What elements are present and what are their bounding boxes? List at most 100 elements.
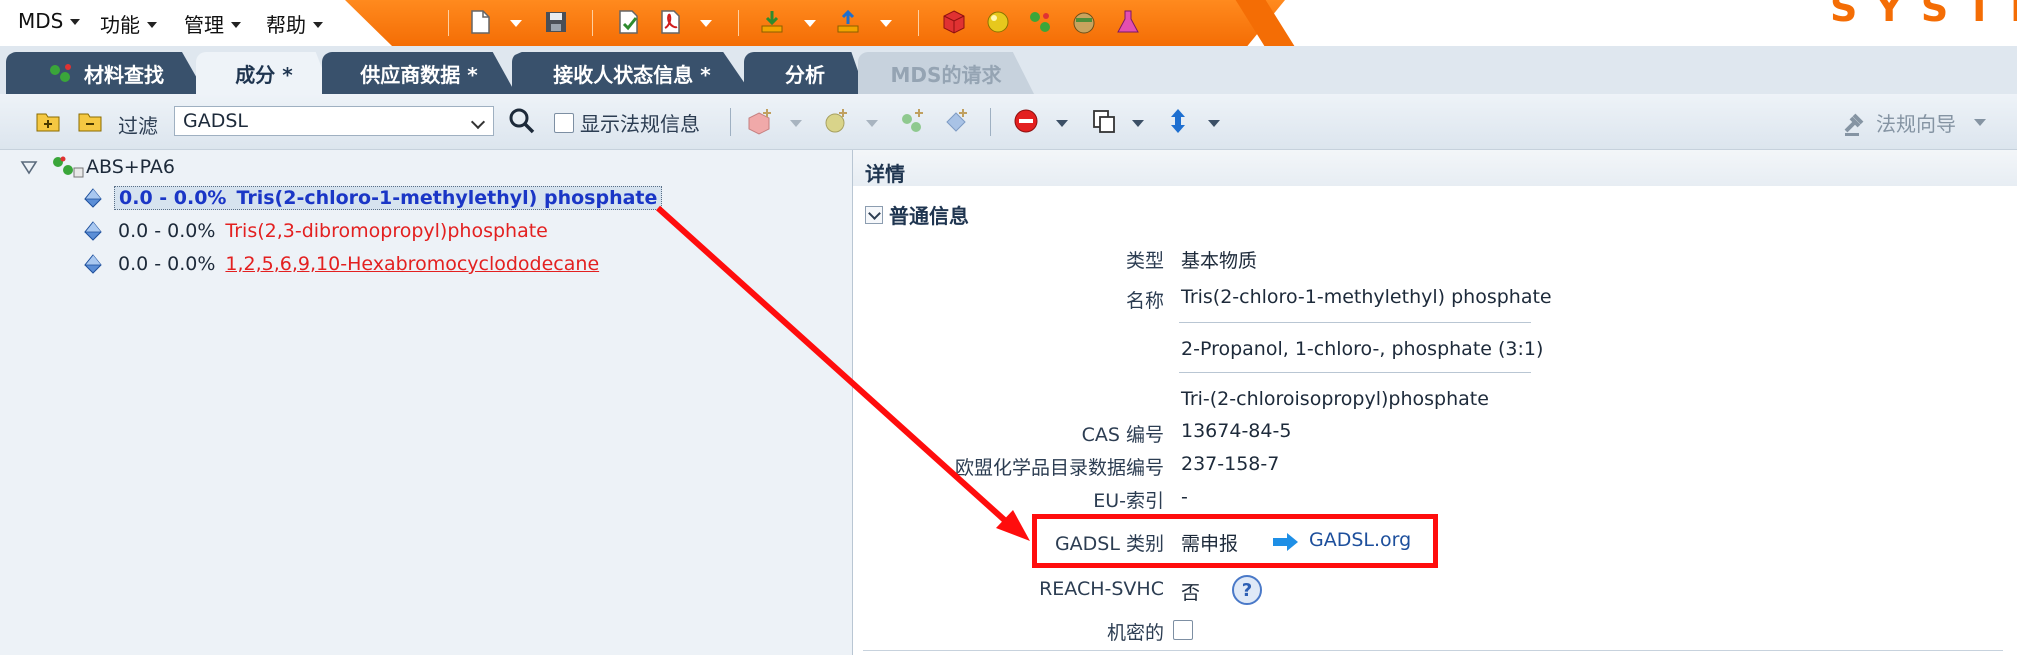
menu-admin[interactable]: 管理 — [184, 9, 241, 38]
molecule-icon — [50, 64, 71, 82]
percentage-range: 0.0 - 0.0% — [119, 187, 227, 209]
chevron-down-icon — [147, 21, 157, 28]
menu-help[interactable]: 帮助 — [266, 9, 323, 38]
semi-component-icon[interactable] — [1070, 8, 1098, 36]
divider — [1179, 322, 1531, 323]
reach-svhc-label: REACH-SVHC — [1039, 578, 1164, 600]
name-value-synonym: 2-Propanol, 1-chloro-, phosphate (3:1) — [1181, 338, 1544, 360]
tree-item[interactable]: 0.0 - 0.0% Tris(2,3-dibromopropyl)phosph… — [82, 220, 548, 242]
chevron-down-icon[interactable] — [1132, 120, 1144, 127]
basic-substance-icon — [84, 221, 102, 241]
tree-item[interactable]: 0.0 - 0.0% 1,2,5,6,9,10-Hexabromocyclodo… — [82, 253, 599, 275]
toolbar-separator — [592, 10, 593, 36]
component-sphere-icon[interactable] — [984, 8, 1012, 36]
eu-index-label: EU-索引 — [1093, 490, 1164, 512]
name-label: 名称 — [1125, 290, 1164, 312]
basic-substance-icon — [84, 188, 102, 208]
filter-select[interactable]: GADSL — [174, 106, 494, 136]
material-cube-icon[interactable] — [940, 8, 968, 36]
composition-toolbar: 过滤 GADSL 显示法规信息 法规向导 — [0, 94, 2017, 150]
move-updown-icon[interactable] — [1164, 107, 1192, 135]
toolbar-separator — [448, 10, 449, 36]
percentage-range: 0.0 - 0.0% — [118, 220, 216, 242]
substance-molecule-icon[interactable] — [1026, 8, 1054, 36]
general-info-section-toggle[interactable]: 普通信息 — [865, 200, 969, 229]
chevron-down-icon[interactable] — [1974, 119, 1986, 126]
details-title: 详情 — [865, 162, 905, 186]
toolbar-separator — [730, 108, 731, 136]
tree-item[interactable]: 0.0 - 0.0% Tris(2-chloro-1-methylethyl) p… — [82, 186, 663, 210]
chevron-down-icon — [313, 21, 323, 28]
confidential-checkbox[interactable] — [1173, 620, 1193, 640]
menu-mds[interactable]: MDS — [18, 9, 81, 33]
tab-analysis[interactable]: 分析 — [744, 52, 866, 94]
tab-mds-requests[interactable]: MDS的请求 — [858, 52, 1034, 94]
tree-root[interactable]: ABS+PA6 — [20, 154, 175, 180]
new-document-icon[interactable] — [466, 8, 494, 36]
chevron-down-icon — [70, 19, 81, 25]
svg-text:?: ? — [1242, 580, 1252, 601]
tab-composition[interactable]: 成分 * — [196, 52, 332, 94]
save-icon[interactable] — [542, 8, 570, 36]
eu-inventory-label: 欧盟化学品目录数据编号 — [954, 457, 1164, 479]
substance-name: 1,2,5,6,9,10-Hexabromocyclododecane — [225, 253, 600, 275]
help-icon[interactable]: ? — [1231, 574, 1263, 606]
check-document-icon[interactable] — [614, 8, 642, 36]
export-icon[interactable] — [834, 8, 862, 36]
chevron-down-icon[interactable] — [804, 20, 816, 27]
gavel-icon — [1844, 113, 1864, 136]
type-label: 类型 — [1125, 250, 1164, 272]
tab-label: 供应商数据 * — [360, 62, 478, 87]
chevron-down-icon[interactable] — [866, 120, 878, 127]
chevron-down-icon[interactable] — [1056, 120, 1068, 127]
tab-label: 分析 — [785, 62, 825, 87]
collapse-triangle-icon[interactable] — [20, 158, 38, 176]
search-icon[interactable] — [508, 107, 536, 135]
chevron-down-icon[interactable] — [865, 205, 883, 224]
chevron-down-icon[interactable] — [1208, 120, 1220, 127]
filter-label: 过滤 — [118, 114, 158, 138]
tab-label: 材料查找 — [84, 62, 164, 87]
show-regulation-toggle[interactable]: 显示法规信息 — [554, 108, 700, 137]
expand-folder-icon[interactable] — [34, 107, 62, 135]
tab-bar: 材料查找 成分 * 供应商数据 * 接收人状态信息 * 分析 MDS的请求 — [0, 46, 2017, 94]
substance-name: Tris(2,3-dibromopropyl)phosphate — [225, 220, 548, 242]
tab-material-search[interactable]: 材料查找 — [6, 52, 206, 94]
tab-recipient-status[interactable]: 接收人状态信息 * — [512, 52, 752, 94]
show-regulation-checkbox[interactable] — [554, 112, 574, 133]
toolbar-separator — [738, 10, 739, 36]
annotation-highlight-box — [1032, 514, 1438, 568]
menu-mds-label: MDS — [18, 9, 64, 33]
cas-label: CAS 编号 — [1081, 424, 1164, 446]
chevron-down-icon — [231, 21, 241, 28]
section-title: 普通信息 — [889, 204, 969, 228]
regulation-wizard-label: 法规向导 — [1876, 112, 1956, 136]
tab-supplier-data[interactable]: 供应商数据 * — [322, 52, 516, 94]
pdf-icon[interactable] — [656, 8, 684, 36]
basic-substance-icon — [84, 254, 102, 274]
collapse-folder-icon[interactable] — [76, 107, 104, 135]
chevron-down-icon[interactable] — [880, 20, 892, 27]
name-value-synonym: Tri-(2-chloroisopropyl)phosphate — [1181, 388, 1489, 410]
composition-tree: ABS+PA6 0.0 - 0.0% Tris(2-chloro-1-methyl… — [0, 150, 852, 655]
chevron-down-icon[interactable] — [700, 20, 712, 27]
import-icon[interactable] — [758, 8, 786, 36]
add-basic-substance-icon[interactable] — [942, 107, 970, 135]
menu-functions[interactable]: 功能 — [100, 9, 157, 38]
chevron-down-icon[interactable] — [790, 120, 802, 127]
chevron-down-icon[interactable] — [510, 20, 522, 27]
cas-value: 13674-84-5 — [1181, 420, 1292, 442]
substance-name: Tris(2-chloro-1-methylethyl) phosphate — [236, 187, 658, 209]
lab-flask-icon[interactable] — [1114, 8, 1142, 36]
selected-tree-item[interactable]: 0.0 - 0.0% Tris(2-chloro-1-methylethyl) p… — [114, 186, 663, 210]
tree-root-label: ABS+PA6 — [86, 156, 176, 178]
delete-icon[interactable] — [1012, 107, 1040, 135]
chevron-down-icon — [470, 114, 486, 130]
add-component-icon[interactable] — [822, 107, 850, 135]
regulation-wizard-button[interactable]: 法规向导 — [1842, 108, 1986, 137]
eu-index-value: - — [1181, 486, 1188, 508]
menu-help-label: 帮助 — [266, 13, 306, 37]
add-material-icon[interactable] — [746, 107, 774, 135]
copy-icon[interactable] — [1090, 107, 1118, 135]
add-substance-icon[interactable] — [898, 107, 926, 135]
